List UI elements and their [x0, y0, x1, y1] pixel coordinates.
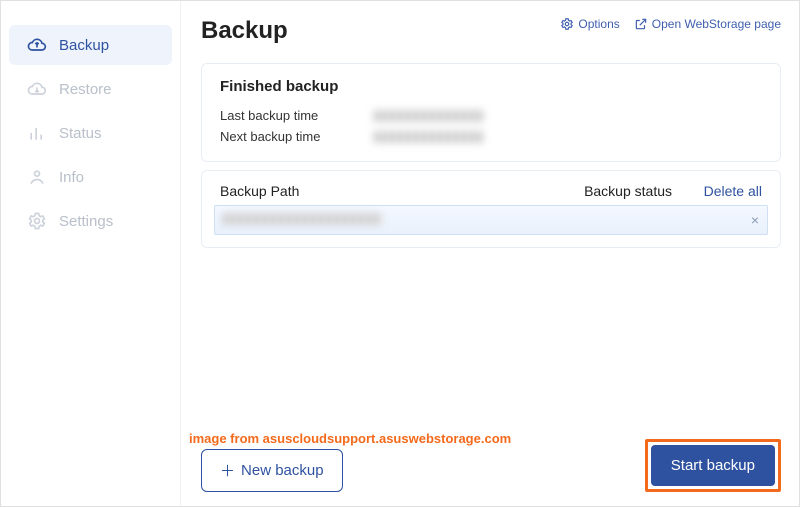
main-area: Backup Options Open WebStorage page Fini… [181, 1, 799, 506]
col-header-path: Backup Path [220, 183, 552, 199]
user-icon [27, 167, 47, 187]
finished-backup-title: Finished backup [220, 78, 762, 95]
bar-chart-icon [27, 123, 47, 143]
plus-icon: ＋ [220, 460, 235, 481]
sidebar-item-restore[interactable]: Restore [9, 69, 172, 109]
sidebar-item-info[interactable]: Info [9, 157, 172, 197]
finished-backup-card: Finished backup Last backup time ███████… [201, 63, 781, 162]
page-title: Backup [201, 17, 288, 45]
row-path-value: ████████████ [223, 213, 383, 225]
last-backup-label: Last backup time [220, 108, 350, 123]
open-webstorage-label: Open WebStorage page [652, 17, 781, 31]
sidebar-item-label: Status [59, 125, 102, 142]
open-webstorage-link[interactable]: Open WebStorage page [634, 17, 781, 31]
delete-all-link[interactable]: Delete all [672, 183, 762, 199]
next-backup-label: Next backup time [220, 129, 350, 144]
external-link-icon [634, 17, 648, 31]
backup-path-card: Backup Path Backup status Delete all ███… [201, 170, 781, 248]
options-link[interactable]: Options [560, 17, 619, 31]
gear-icon [27, 211, 47, 231]
sidebar-item-settings[interactable]: Settings [9, 201, 172, 241]
cloud-download-icon [27, 79, 47, 99]
sidebar-item-status[interactable]: Status [9, 113, 172, 153]
table-row[interactable]: ████████████ × [214, 205, 768, 235]
row-remove-button[interactable]: × [669, 212, 759, 228]
sidebar-item-label: Settings [59, 213, 113, 230]
sidebar-item-backup[interactable]: Backup [9, 25, 172, 65]
sidebar: Backup Restore Status Info Settings [1, 1, 181, 506]
sidebar-item-label: Info [59, 169, 84, 186]
col-header-status: Backup status [552, 183, 672, 199]
sidebar-item-label: Restore [59, 81, 112, 98]
cloud-upload-icon [27, 35, 47, 55]
next-backup-value: ████████ [374, 131, 484, 143]
last-backup-value: ████████ [374, 110, 484, 122]
new-backup-label: New backup [241, 462, 324, 479]
start-backup-button[interactable]: Start backup [651, 445, 775, 486]
new-backup-button[interactable]: ＋ New backup [201, 449, 343, 492]
gear-icon [560, 17, 574, 31]
header-actions: Options Open WebStorage page [560, 17, 781, 31]
start-backup-highlight: Start backup [645, 439, 781, 492]
options-label: Options [578, 17, 619, 31]
sidebar-item-label: Backup [59, 37, 109, 54]
